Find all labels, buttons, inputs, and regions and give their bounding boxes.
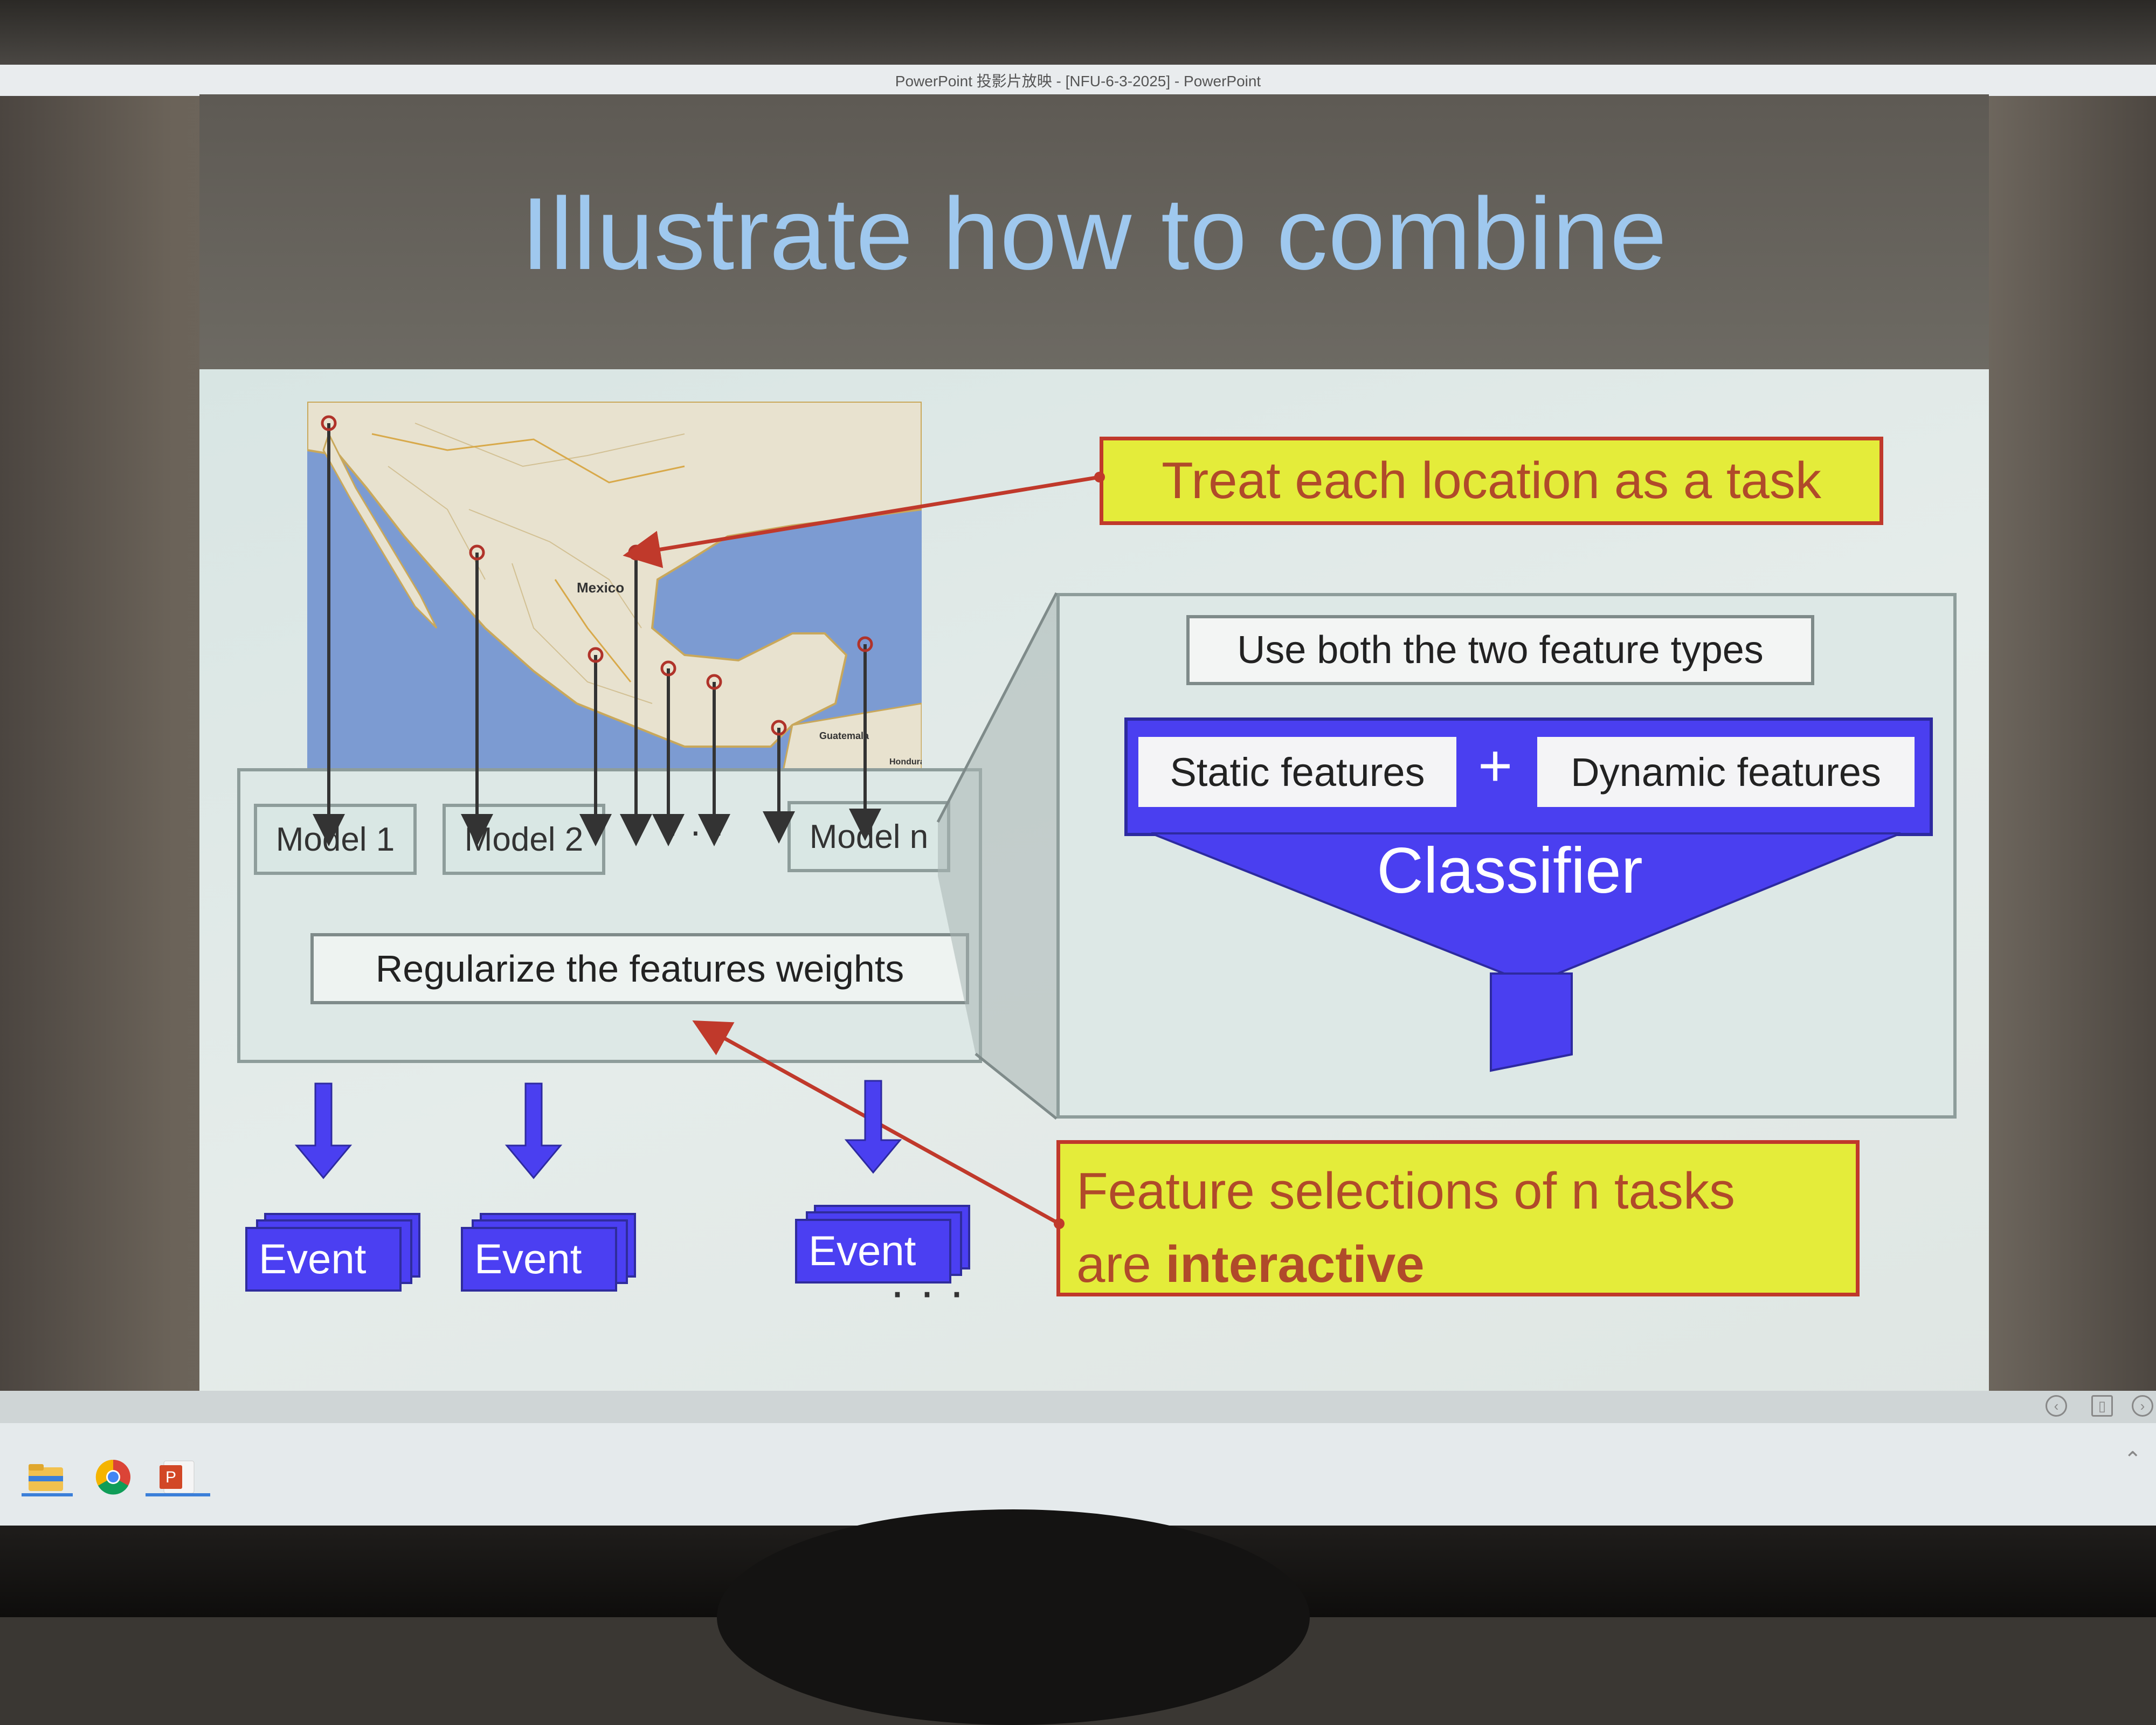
chrome-icon[interactable] — [92, 1455, 135, 1499]
classifier-panel: Use both the two feature types Static fe… — [1056, 593, 1957, 1119]
svg-text:P: P — [165, 1468, 176, 1486]
event-label-2: Event — [474, 1235, 582, 1282]
event-label-n: Event — [808, 1227, 916, 1274]
event-label-1: Event — [259, 1235, 367, 1282]
slide-menu-icon[interactable]: ▯ — [2091, 1395, 2113, 1417]
window-title: PowerPoint 投影片放映 - [NFU-6-3-2025] - Powe… — [0, 65, 2156, 96]
file-explorer-icon[interactable] — [24, 1455, 67, 1499]
previous-slide-icon[interactable]: ‹ — [2046, 1395, 2067, 1417]
slide: Illustrate how to combine Mexico Guatema… — [199, 94, 2156, 1457]
room-background-top — [0, 0, 2156, 65]
powerpoint-icon[interactable]: P — [156, 1455, 199, 1499]
classifier-label: Classifier — [1377, 834, 1643, 907]
taskbar: P ⌃ — [0, 1423, 2156, 1526]
next-slide-icon[interactable]: › — [2132, 1395, 2153, 1417]
slideshow-control-bar: ‹ ▯ › — [0, 1391, 2156, 1423]
tray-chevron-icon[interactable]: ⌃ — [2124, 1447, 2142, 1472]
audience-head — [717, 1509, 1310, 1725]
